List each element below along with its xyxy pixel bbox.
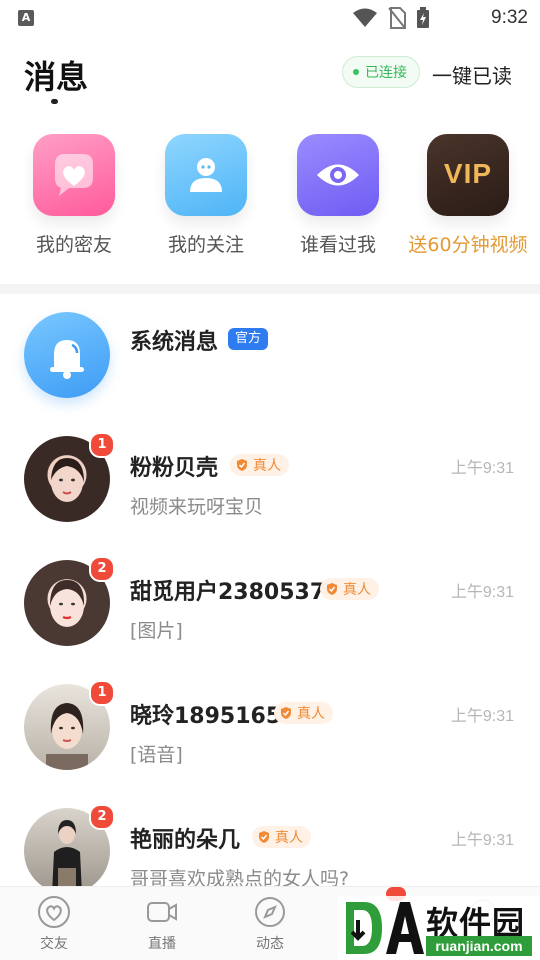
unread-badge: 2 — [89, 804, 115, 830]
message-time: 上午9:31 — [450, 584, 514, 601]
quick-entries: 我的密友 我的关注 谁看过我 VIP 送60分钟视频 — [0, 130, 540, 270]
vip-icon: VIP — [427, 134, 509, 216]
tag-text: 真人 — [297, 706, 325, 722]
mark-all-read-button[interactable]: 一键已读 — [432, 60, 512, 89]
quick-entry-vip[interactable]: VIP 送60分钟视频 — [402, 134, 534, 257]
video-camera-icon — [145, 895, 179, 929]
heart-chat-icon — [33, 134, 115, 216]
connection-status-text: 已连接 — [365, 65, 407, 81]
message-sender-name: 晓玲1895165 — [130, 704, 282, 729]
person-icon — [165, 134, 247, 216]
verified-real-tag: 真人 — [230, 454, 289, 476]
quick-entry-label: 我的关注 — [167, 234, 244, 256]
message-sender-name: 艳丽的朵几 — [130, 828, 241, 853]
official-tag: 官方 — [228, 328, 269, 350]
message-sender-name: 系统消息 — [130, 330, 219, 355]
message-time: 上午9:31 — [450, 832, 514, 849]
status-dot-icon — [353, 69, 359, 75]
site-watermark: 软件园 ruanjian.com — [338, 896, 540, 960]
battery-charging-icon — [417, 7, 429, 28]
quick-entry-label: 我的密友 — [35, 234, 112, 256]
verified-shield-icon — [259, 831, 269, 843]
nav-tab-live[interactable]: 直播 — [122, 895, 202, 953]
compass-icon — [253, 895, 287, 929]
heart-outline-icon — [37, 895, 71, 929]
watermark-logo-icon — [346, 902, 424, 954]
list-item[interactable]: 1 粉粉贝壳 真人 上午9:31 视频来玩呀宝贝 — [0, 418, 540, 542]
vip-icon-text: VIP — [443, 158, 493, 189]
quick-entry-close-friends[interactable]: 我的密友 — [8, 134, 140, 257]
page-title: 消息 — [24, 58, 89, 96]
header: 消息 已连接 一键已读 — [0, 36, 540, 116]
status-icons — [352, 7, 430, 29]
quick-entry-label: 谁看过我 — [299, 234, 376, 256]
verified-shield-icon — [237, 459, 247, 471]
tag-text: 真人 — [275, 830, 303, 846]
message-preview: 视频来玩呀宝贝 — [130, 496, 264, 518]
message-sender-name: 粉粉贝壳 — [130, 456, 219, 481]
nav-tab-label: 直播 — [148, 936, 176, 952]
verified-shield-icon — [327, 583, 337, 595]
nav-tab-moments[interactable]: 动态 — [230, 895, 310, 953]
message-time: 上午9:31 — [450, 708, 514, 725]
eye-icon — [297, 134, 379, 216]
title-indicator — [51, 99, 58, 104]
list-item[interactable]: 1 晓玲1895165 真人 上午9:31 [语音] — [0, 666, 540, 790]
unread-badge: 1 — [89, 432, 115, 458]
nav-tab-label: 动态 — [256, 936, 284, 952]
quick-entry-following[interactable]: 我的关注 — [140, 134, 272, 257]
connection-status-badge: 已连接 — [342, 56, 420, 88]
tag-text: 真人 — [253, 458, 281, 474]
message-time: 上午9:31 — [450, 460, 514, 477]
watermark-url: ruanjian.com — [426, 936, 532, 956]
unread-badge: 1 — [89, 680, 115, 706]
verified-real-tag: 真人 — [320, 578, 379, 600]
nav-tab-label: 交友 — [40, 936, 68, 952]
system-message-row[interactable]: 系统消息 官方 — [0, 294, 540, 418]
bell-icon — [24, 312, 110, 398]
nav-tab-friends[interactable]: 交友 — [14, 895, 94, 953]
verified-real-tag: 真人 — [274, 702, 333, 724]
notification-icon: A — [18, 10, 34, 26]
messages-page: A 9:32 消息 已连接 一键已读 我的密友 我的关注 谁看过我 VIP 送6… — [0, 0, 540, 960]
message-preview: [语音] — [130, 744, 183, 766]
message-preview: [图片] — [130, 620, 183, 642]
wifi-icon — [353, 8, 377, 27]
no-sim-icon — [388, 7, 406, 29]
section-divider — [0, 284, 540, 294]
verified-real-tag: 真人 — [252, 826, 311, 848]
quick-entry-label: 送60分钟视频 — [408, 234, 528, 256]
clock: 9:32 — [491, 7, 528, 28]
tag-text: 真人 — [343, 582, 371, 598]
status-bar: A 9:32 — [0, 0, 540, 36]
unread-badge: 2 — [89, 556, 115, 582]
verified-shield-icon — [281, 707, 291, 719]
list-item[interactable]: 2 甜觅用户2380537 真人 上午9:31 [图片] — [0, 542, 540, 666]
quick-entry-visitors[interactable]: 谁看过我 — [272, 134, 404, 257]
message-sender-name: 甜觅用户2380537 — [130, 580, 326, 605]
